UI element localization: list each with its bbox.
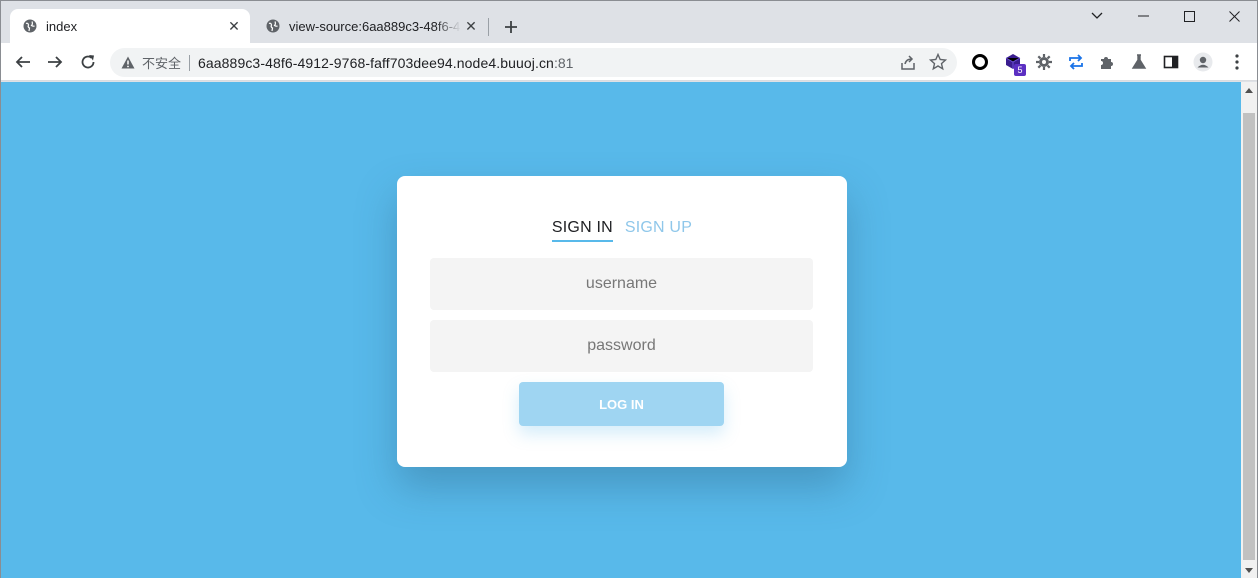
scrollbar-thumb[interactable] <box>1243 113 1255 560</box>
forward-button[interactable] <box>41 48 69 76</box>
reload-button[interactable] <box>74 48 102 76</box>
browser-window: index ✕ view-source:6aa889c3-48f6-4912-9… <box>0 0 1258 578</box>
url-host: 6aa889c3-48f6-4912-9768-faff703dee94.nod… <box>198 54 554 71</box>
warning-icon[interactable] <box>120 55 136 71</box>
flask-icon[interactable] <box>1129 52 1149 72</box>
scroll-down-arrow-icon[interactable] <box>1241 562 1257 578</box>
puzzle-extensions-icon[interactable] <box>1097 52 1117 72</box>
bookmark-star-icon[interactable] <box>928 52 948 71</box>
new-tab-button[interactable] <box>499 15 523 39</box>
arrow-left-icon <box>15 56 30 68</box>
close-tab-icon[interactable]: ✕ <box>224 16 244 36</box>
globe-icon <box>22 18 38 34</box>
auth-tabs: SIGN IN SIGN UP <box>397 219 847 242</box>
password-input[interactable] <box>430 320 813 372</box>
tab-title: index <box>46 18 78 34</box>
reload-icon <box>81 55 95 69</box>
omnibox-divider <box>189 54 191 71</box>
login-card: SIGN IN SIGN UP LOG IN <box>397 176 847 467</box>
extension-badge: 5 <box>1014 64 1026 76</box>
page-scrollbar[interactable] <box>1241 82 1257 578</box>
close-tab-icon[interactable]: ✕ <box>461 16 481 36</box>
tab-separator <box>488 18 489 36</box>
browser-toolbar: 不安全 6aa889c3-48f6-4912-9768-faff703dee94… <box>1 43 1257 81</box>
username-input[interactable] <box>430 258 813 310</box>
tab-strip: index ✕ view-source:6aa889c3-48f6-4912-9… <box>1 1 1257 43</box>
tab-search-button[interactable] <box>1074 1 1120 31</box>
url-port: :81 <box>553 54 574 71</box>
maximize-icon <box>1183 10 1195 22</box>
minimize-icon <box>1137 15 1149 17</box>
tab-sign-in[interactable]: SIGN IN <box>551 219 613 242</box>
cube-extension-icon[interactable]: 5 <box>1003 52 1026 76</box>
chevron-down-icon <box>1091 12 1103 19</box>
close-window-button[interactable] <box>1211 1 1257 31</box>
address-bar[interactable]: 不安全 6aa889c3-48f6-4912-9768-faff703dee94… <box>110 48 957 77</box>
maximize-button[interactable] <box>1166 1 1212 31</box>
page-viewport: SIGN IN SIGN UP LOG IN <box>1 82 1241 578</box>
scroll-up-arrow-icon[interactable] <box>1241 82 1257 98</box>
globe-icon <box>265 18 281 34</box>
close-icon <box>1228 10 1240 22</box>
tab-sign-up[interactable]: SIGN UP <box>625 219 692 242</box>
plus-icon <box>505 21 517 33</box>
security-label[interactable]: 不安全 <box>142 53 181 72</box>
login-button[interactable]: LOG IN <box>519 382 724 426</box>
minimize-button[interactable] <box>1120 1 1166 31</box>
tab-index[interactable]: index ✕ <box>10 9 250 43</box>
side-panel-icon[interactable] <box>1161 52 1181 72</box>
tab-view-source[interactable]: view-source:6aa889c3-48f6-4912-9768-faff… <box>253 9 487 43</box>
repeat-extension-icon[interactable] <box>1066 52 1086 72</box>
profile-avatar-icon[interactable] <box>1193 52 1213 72</box>
arrow-right-icon <box>48 56 63 68</box>
share-icon[interactable] <box>899 54 917 72</box>
tab-title: view-source:6aa889c3-48f6-4912-9768-faff… <box>289 18 461 34</box>
ring-extension-icon[interactable] <box>970 52 990 72</box>
gear-extension-icon[interactable] <box>1034 52 1054 72</box>
more-menu-icon[interactable] <box>1227 52 1247 72</box>
back-button[interactable] <box>9 48 37 76</box>
